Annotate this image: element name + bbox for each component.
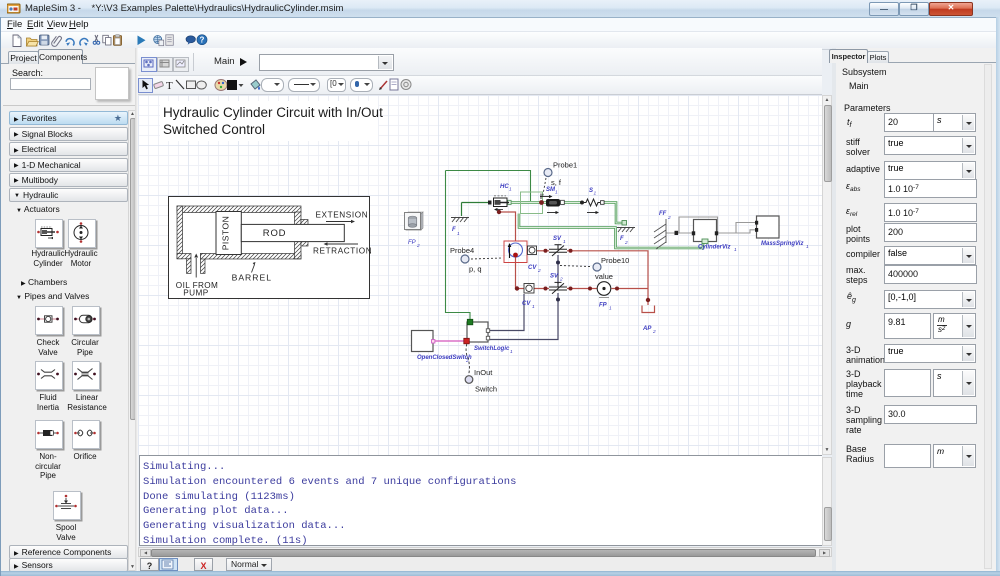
svg-text:1: 1	[609, 306, 612, 312]
svg-text:1: 1	[594, 191, 597, 197]
svg-text:1: 1	[532, 304, 535, 310]
svg-text:1: 1	[734, 247, 737, 253]
svg-text:CylinderViz: CylinderViz	[698, 245, 730, 251]
svg-text:2: 2	[667, 215, 671, 221]
svg-text:Hydraulic Cylinder Circuit wit: Hydraulic Cylinder Circuit with In/Out	[163, 105, 383, 120]
svg-text:BARREL: BARREL	[232, 273, 272, 283]
svg-text:FP: FP	[408, 240, 416, 246]
svg-text:1: 1	[563, 239, 566, 245]
svg-text:Switched Control: Switched Control	[163, 122, 265, 137]
svg-text:p, q: p, q	[469, 265, 482, 274]
svg-text:EXTENSION: EXTENSION	[316, 211, 369, 220]
svg-text:Switch: Switch	[475, 385, 497, 394]
svg-text:S: S	[589, 188, 593, 194]
svg-text:AP: AP	[642, 326, 652, 332]
svg-text:SV: SV	[553, 236, 562, 242]
svg-text:FP: FP	[599, 303, 608, 309]
svg-text:1: 1	[555, 190, 558, 196]
svg-text:1: 1	[457, 231, 460, 237]
svg-text:1: 1	[509, 187, 512, 193]
svg-text:F: F	[452, 227, 456, 233]
svg-text:CV: CV	[522, 301, 531, 307]
svg-text:PUMP: PUMP	[183, 289, 208, 298]
svg-text:Probe1: Probe1	[553, 161, 577, 170]
svg-text:OpenClosedSwitch: OpenClosedSwitch	[417, 355, 472, 361]
svg-text:F: F	[620, 236, 624, 242]
svg-text:CV: CV	[528, 265, 537, 271]
svg-text:SwitchLogic: SwitchLogic	[474, 346, 510, 352]
svg-text:1: 1	[806, 244, 809, 250]
svg-text:2: 2	[624, 240, 628, 246]
svg-text:PISTON: PISTON	[221, 216, 231, 251]
svg-text:1: 1	[510, 349, 513, 355]
svg-text:s, f: s, f	[551, 178, 562, 187]
svg-text:2: 2	[537, 268, 541, 274]
svg-text:2: 2	[652, 329, 656, 335]
svg-text:HC: HC	[500, 184, 509, 190]
svg-text:ROD: ROD	[263, 228, 287, 239]
svg-text:Probe10: Probe10	[601, 256, 629, 265]
svg-text:?: ?	[200, 36, 205, 45]
svg-text:FF: FF	[659, 211, 667, 217]
svg-text:SV: SV	[550, 274, 559, 280]
svg-text:T: T	[166, 80, 173, 92]
svg-text:RETRACTION: RETRACTION	[313, 247, 372, 256]
svg-text:Probe4: Probe4	[450, 246, 474, 255]
svg-text:InOut: InOut	[474, 368, 493, 377]
svg-text:2: 2	[559, 277, 563, 283]
svg-text:value: value	[595, 272, 613, 281]
svg-text:MassSpringViz: MassSpringViz	[761, 241, 803, 247]
svg-text:2: 2	[416, 243, 420, 249]
